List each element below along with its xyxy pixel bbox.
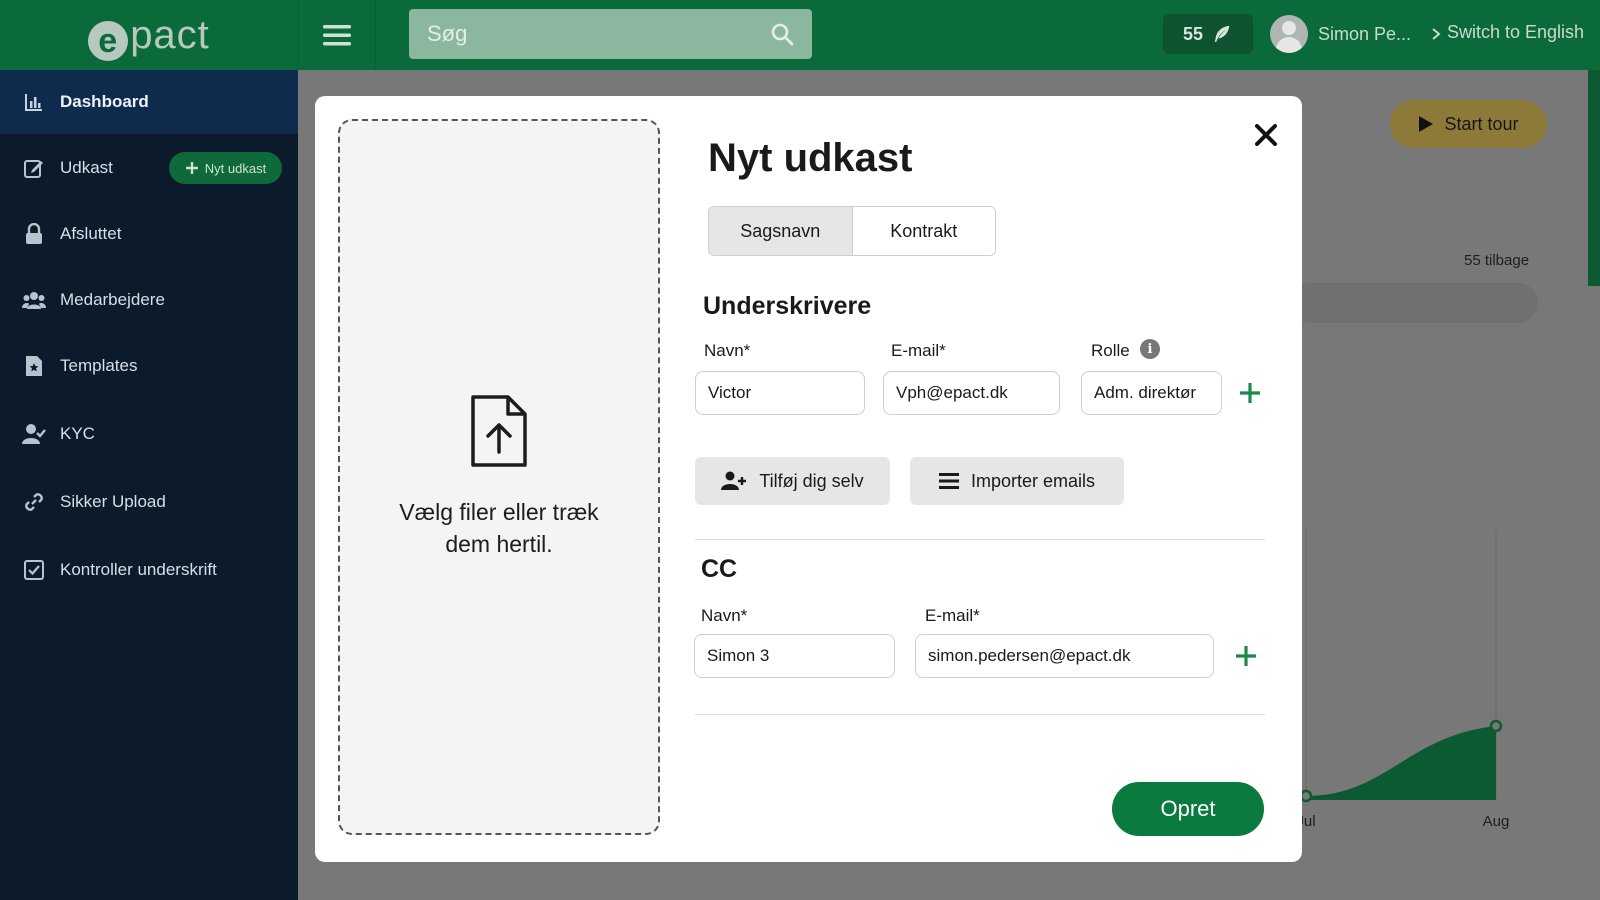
signer-email-input[interactable] bbox=[883, 371, 1060, 415]
file-dropzone[interactable]: Vælg filer eller træk dem hertil. bbox=[338, 119, 660, 835]
signer-name-input[interactable] bbox=[695, 371, 865, 415]
add-signer-button[interactable] bbox=[1237, 380, 1263, 406]
bar-chart-icon bbox=[22, 90, 46, 114]
chart-point[interactable] bbox=[1299, 789, 1313, 803]
sidebar-item-label: KYC bbox=[60, 424, 95, 443]
add-user-icon bbox=[721, 471, 747, 490]
user-check-icon bbox=[22, 422, 46, 446]
credits-count: 55 bbox=[1182, 23, 1204, 44]
lock-icon bbox=[22, 222, 46, 246]
sidebar: Dashboard Udkast Nyt udkast Afsluttet Me… bbox=[0, 70, 298, 900]
hamburger-icon bbox=[323, 25, 351, 46]
cc-name-label: Navn* bbox=[701, 606, 748, 625]
signer-role-input[interactable] bbox=[1081, 371, 1222, 415]
link-icon bbox=[22, 490, 46, 514]
divider bbox=[695, 539, 1265, 540]
sidebar-item-label: Medarbejdere bbox=[60, 290, 165, 309]
plus-icon bbox=[1240, 383, 1260, 403]
sidebar-item-label: Dashboard bbox=[60, 92, 149, 111]
sidebar-item-kontroller-underskrift[interactable]: Kontroller underskrift bbox=[0, 538, 298, 602]
search-icon[interactable] bbox=[770, 22, 794, 46]
import-emails-label: Importer emails bbox=[970, 470, 1096, 491]
file-upload-icon bbox=[471, 395, 527, 467]
background-panel-edge bbox=[1588, 70, 1600, 286]
sidebar-item-sikker-upload[interactable]: Sikker Upload bbox=[0, 470, 298, 534]
cc-email-input[interactable] bbox=[915, 634, 1214, 678]
chart-point[interactable] bbox=[1489, 719, 1503, 733]
logo-text: pact bbox=[130, 12, 210, 57]
sidebar-item-afsluttet[interactable]: Afsluttet bbox=[0, 202, 298, 266]
logo[interactable]: e pact bbox=[0, 0, 298, 70]
cc-section-title: CC bbox=[701, 555, 738, 583]
tab-kontrakt[interactable]: Kontrakt bbox=[852, 207, 995, 255]
cc-email-label: E-mail* bbox=[925, 606, 980, 625]
create-button[interactable]: Opret bbox=[1112, 782, 1264, 836]
remaining-progress-bar bbox=[1290, 283, 1538, 323]
divider bbox=[695, 714, 1265, 715]
modal-title: Nyt udkast bbox=[708, 136, 913, 180]
avatar bbox=[1270, 15, 1308, 53]
search-bar bbox=[409, 9, 812, 59]
user-menu[interactable]: Simon Pe... bbox=[1270, 12, 1443, 56]
close-button[interactable] bbox=[1249, 118, 1283, 152]
sidebar-item-kyc[interactable]: KYC bbox=[0, 402, 298, 466]
user-name: Simon Pe... bbox=[1318, 23, 1412, 44]
play-icon bbox=[1419, 116, 1434, 132]
edit-icon bbox=[22, 156, 46, 180]
users-icon bbox=[22, 288, 46, 312]
signer-email-label: E-mail* bbox=[891, 341, 946, 360]
search-input[interactable] bbox=[427, 21, 770, 47]
remaining-label: 55 tilbage bbox=[1464, 252, 1530, 269]
usage-chart: Jul Aug bbox=[1290, 530, 1510, 830]
add-cc-button[interactable] bbox=[1233, 643, 1259, 669]
signer-name-label: Navn* bbox=[704, 341, 751, 360]
signers-section-title: Underskrivere bbox=[703, 292, 872, 320]
sidebar-item-label: Kontroller underskrift bbox=[60, 560, 217, 579]
add-self-button[interactable]: Tilføj dig selv bbox=[695, 457, 890, 505]
plus-icon bbox=[1236, 646, 1256, 666]
new-draft-button[interactable]: Nyt udkast bbox=[169, 152, 282, 184]
close-icon bbox=[1255, 124, 1277, 146]
chart-x-tick-label: Aug bbox=[1483, 813, 1510, 830]
menu-toggle-button[interactable] bbox=[298, 0, 376, 70]
sidebar-item-medarbejdere[interactable]: Medarbejdere bbox=[0, 268, 298, 332]
import-emails-button[interactable]: Importer emails bbox=[910, 457, 1124, 505]
feather-icon bbox=[1214, 25, 1230, 43]
modal-tabs: Sagsnavn Kontrakt bbox=[708, 206, 996, 256]
top-bar: e pact 55 Simon Pe... Switch to English bbox=[0, 0, 1600, 70]
chevron-right-icon bbox=[1432, 28, 1441, 40]
dropzone-text: Vælg filer eller træk dem hertil. bbox=[399, 498, 599, 557]
info-icon[interactable]: i bbox=[1140, 339, 1160, 359]
add-self-label: Tilføj dig selv bbox=[759, 470, 864, 491]
sidebar-item-dashboard[interactable]: Dashboard bbox=[0, 70, 298, 134]
sidebar-item-label: Sikker Upload bbox=[60, 492, 166, 511]
logo-mark: e bbox=[88, 21, 129, 61]
sidebar-item-label: Udkast bbox=[60, 158, 113, 177]
checkbox-icon bbox=[22, 558, 46, 582]
sidebar-item-templates[interactable]: Templates bbox=[0, 334, 298, 398]
sidebar-item-label: Afsluttet bbox=[60, 224, 122, 243]
signer-role-label: Rolle bbox=[1091, 341, 1130, 360]
switch-language-link[interactable]: Switch to English bbox=[1447, 22, 1584, 43]
credits-badge[interactable]: 55 bbox=[1163, 14, 1253, 54]
new-draft-label: Nyt udkast bbox=[204, 160, 267, 176]
cc-name-input[interactable] bbox=[694, 634, 895, 678]
sidebar-item-label: Templates bbox=[60, 356, 138, 375]
start-tour-label: Start tour bbox=[1444, 113, 1519, 134]
tab-sagsnavn[interactable]: Sagsnavn bbox=[709, 207, 853, 255]
list-icon bbox=[938, 473, 959, 489]
start-tour-button[interactable]: Start tour bbox=[1390, 100, 1547, 148]
chart-area-series bbox=[1290, 726, 1496, 800]
plus-icon bbox=[185, 162, 198, 174]
template-icon bbox=[22, 354, 46, 378]
new-draft-modal: Vælg filer eller træk dem hertil. Nyt ud… bbox=[315, 96, 1302, 862]
